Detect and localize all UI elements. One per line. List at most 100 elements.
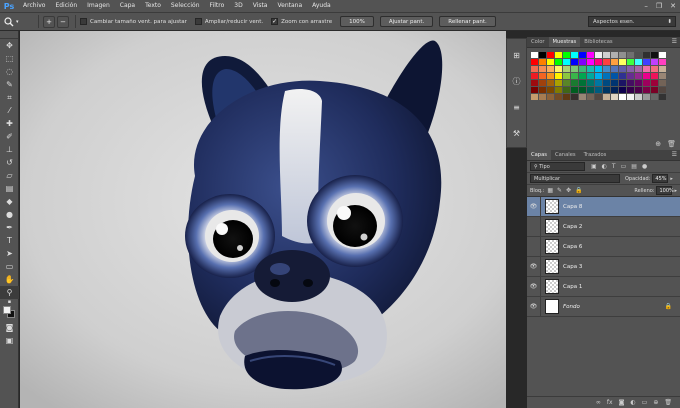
color-swatch[interactable] xyxy=(619,52,626,58)
lock-pixels-icon[interactable]: ✎ xyxy=(557,187,562,194)
color-swatch[interactable] xyxy=(531,94,538,100)
menu-archivo[interactable]: Archivo xyxy=(18,0,50,12)
color-swatch[interactable] xyxy=(571,73,578,79)
color-swatch[interactable] xyxy=(531,66,538,72)
color-swatch[interactable] xyxy=(595,87,602,93)
menu-imagen[interactable]: Imagen xyxy=(82,0,115,12)
document-canvas[interactable] xyxy=(20,31,525,408)
checkmark-icon[interactable]: ✓ xyxy=(271,18,279,25)
color-swatch[interactable] xyxy=(659,94,666,100)
color-swatch[interactable] xyxy=(659,52,666,58)
new-swatch-icon[interactable]: ⊕ xyxy=(655,140,661,148)
color-swatch[interactable] xyxy=(611,59,618,65)
color-swatch[interactable] xyxy=(555,52,562,58)
color-swatch[interactable] xyxy=(619,87,626,93)
lock-all-icon[interactable]: 🔒 xyxy=(575,187,582,194)
visibility-eye-icon[interactable]: 👁 xyxy=(527,276,541,297)
color-swatch[interactable] xyxy=(563,59,570,65)
color-swatch[interactable] xyxy=(555,87,562,93)
color-swatch[interactable] xyxy=(555,73,562,79)
color-swatch[interactable] xyxy=(595,80,602,86)
color-swatch[interactable] xyxy=(579,80,586,86)
color-swatch[interactable] xyxy=(635,73,642,79)
color-swatch[interactable] xyxy=(627,66,634,72)
color-swatch[interactable] xyxy=(547,87,554,93)
color-swatch[interactable] xyxy=(659,73,666,79)
lasso-tool-icon[interactable]: ◌ xyxy=(0,65,19,78)
color-swatch[interactable] xyxy=(611,73,618,79)
tab-layers[interactable]: Capas xyxy=(527,150,551,160)
color-swatches[interactable] xyxy=(0,305,19,321)
color-swatch[interactable] xyxy=(579,59,586,65)
color-swatch[interactable] xyxy=(579,73,586,79)
color-swatch[interactable] xyxy=(651,94,658,100)
layer-row[interactable]: 👁 Capa 3 xyxy=(527,256,680,277)
color-swatch[interactable] xyxy=(579,66,586,72)
color-swatch[interactable] xyxy=(603,52,610,58)
color-swatch[interactable] xyxy=(611,87,618,93)
color-swatch[interactable] xyxy=(611,52,618,58)
healing-brush-tool-icon[interactable]: ✚ xyxy=(0,117,19,130)
adjustment-layer-icon[interactable]: ◐ xyxy=(630,399,635,406)
color-swatch[interactable] xyxy=(547,59,554,65)
tab-swatches[interactable]: Muestras xyxy=(548,37,581,47)
color-swatch[interactable] xyxy=(651,87,658,93)
color-swatch[interactable] xyxy=(635,66,642,72)
color-swatch[interactable] xyxy=(603,80,610,86)
color-swatch[interactable] xyxy=(571,87,578,93)
color-swatch[interactable] xyxy=(651,66,658,72)
color-swatch[interactable] xyxy=(555,94,562,100)
color-swatch[interactable] xyxy=(539,87,546,93)
color-swatch[interactable] xyxy=(635,87,642,93)
color-swatch[interactable] xyxy=(611,66,618,72)
quick-mask-icon[interactable]: ◙ xyxy=(0,321,19,334)
fill-screen-button[interactable]: Rellenar pant. xyxy=(439,16,496,27)
adjustments-panel-icon[interactable]: ≡ xyxy=(507,97,526,117)
add-mask-icon[interactable]: ◙ xyxy=(619,399,625,406)
color-swatch[interactable] xyxy=(643,52,650,58)
tab-color[interactable]: Color xyxy=(527,37,549,47)
tab-libraries[interactable]: Bibliotecas xyxy=(580,37,616,47)
color-swatch[interactable] xyxy=(619,94,626,100)
checkbox-box[interactable] xyxy=(194,18,202,25)
lock-transparency-icon[interactable]: ▦ xyxy=(547,187,553,194)
zoom-tool-icon[interactable]: ⚲ xyxy=(0,286,19,299)
color-swatch[interactable] xyxy=(595,66,602,72)
color-swatch[interactable] xyxy=(571,66,578,72)
color-swatch[interactable] xyxy=(595,52,602,58)
eraser-tool-icon[interactable]: ▱ xyxy=(0,169,19,182)
shape-filter-icon[interactable]: ▭ xyxy=(621,163,627,170)
eyedropper-tool-icon[interactable]: ⁄ xyxy=(0,104,19,117)
fill-input[interactable]: 100% xyxy=(656,186,674,195)
color-swatch[interactable] xyxy=(539,94,546,100)
color-swatch[interactable] xyxy=(595,94,602,100)
zoom-in-icon[interactable]: + xyxy=(43,15,55,28)
color-swatch[interactable] xyxy=(547,94,554,100)
foreground-color-swatch[interactable] xyxy=(3,306,11,314)
color-swatch[interactable] xyxy=(635,80,642,86)
menu-ayuda[interactable]: Ayuda xyxy=(307,0,336,12)
menu-seleccion[interactable]: Selección xyxy=(166,0,205,12)
color-swatch[interactable] xyxy=(643,66,650,72)
layer-row[interactable]: 👁 Capa 1 xyxy=(527,276,680,297)
color-swatch[interactable] xyxy=(651,73,658,79)
menu-texto[interactable]: Texto xyxy=(140,0,166,12)
color-swatch[interactable] xyxy=(635,52,642,58)
menu-vista[interactable]: Vista xyxy=(248,0,273,12)
color-swatch[interactable] xyxy=(563,94,570,100)
color-swatch[interactable] xyxy=(627,87,634,93)
color-swatch[interactable] xyxy=(659,59,666,65)
color-swatch[interactable] xyxy=(635,59,642,65)
visibility-eye-icon[interactable]: 👁 xyxy=(527,216,541,237)
history-panel-icon[interactable]: ⊞ xyxy=(507,45,526,65)
color-swatch[interactable] xyxy=(595,73,602,79)
adjustment-filter-icon[interactable]: ◐ xyxy=(602,163,607,170)
shape-tool-icon[interactable]: ▭ xyxy=(0,260,19,273)
color-swatch[interactable] xyxy=(539,59,546,65)
color-swatch[interactable] xyxy=(595,59,602,65)
color-swatch[interactable] xyxy=(627,73,634,79)
color-swatch[interactable] xyxy=(531,80,538,86)
color-swatch[interactable] xyxy=(563,66,570,72)
color-swatch[interactable] xyxy=(643,87,650,93)
checkbox-box[interactable] xyxy=(80,18,87,25)
